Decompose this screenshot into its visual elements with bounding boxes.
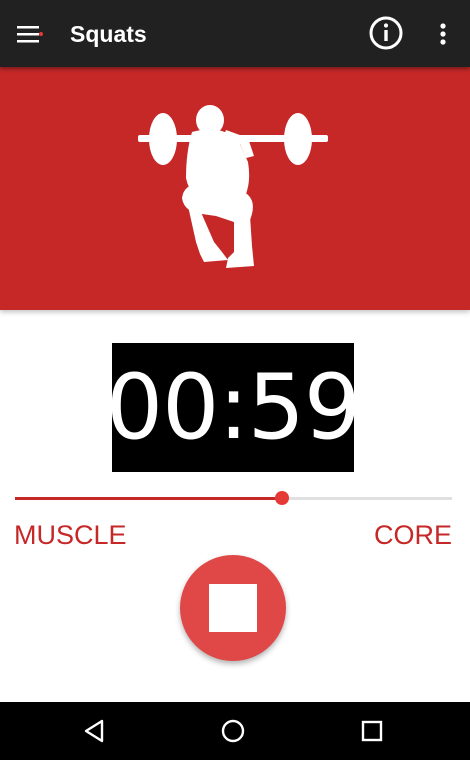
home-circle-icon[interactable] [218, 716, 248, 746]
recents-square-icon[interactable] [357, 716, 387, 746]
page-title: Squats [70, 21, 147, 47]
system-navigation-bar [0, 702, 470, 760]
slider-thumb[interactable] [274, 491, 289, 505]
muscle-label: MUSCLE [14, 520, 127, 550]
stop-button[interactable] [180, 555, 286, 661]
countdown-timer: 00:59 [106, 343, 361, 472]
squat-silhouette-icon [138, 105, 328, 268]
exercise-illustration-banner [0, 67, 470, 310]
stop-icon [209, 584, 257, 632]
hamburger-menu-icon[interactable] [14, 20, 46, 48]
muscle-core-slider[interactable] [15, 488, 452, 510]
info-icon[interactable] [368, 15, 404, 51]
back-triangle-icon[interactable] [80, 716, 110, 746]
slider-track-fill [15, 497, 282, 500]
more-vert-icon[interactable] [432, 18, 454, 50]
core-label: CORE [373, 520, 452, 550]
app-bar: Squats [0, 0, 470, 67]
